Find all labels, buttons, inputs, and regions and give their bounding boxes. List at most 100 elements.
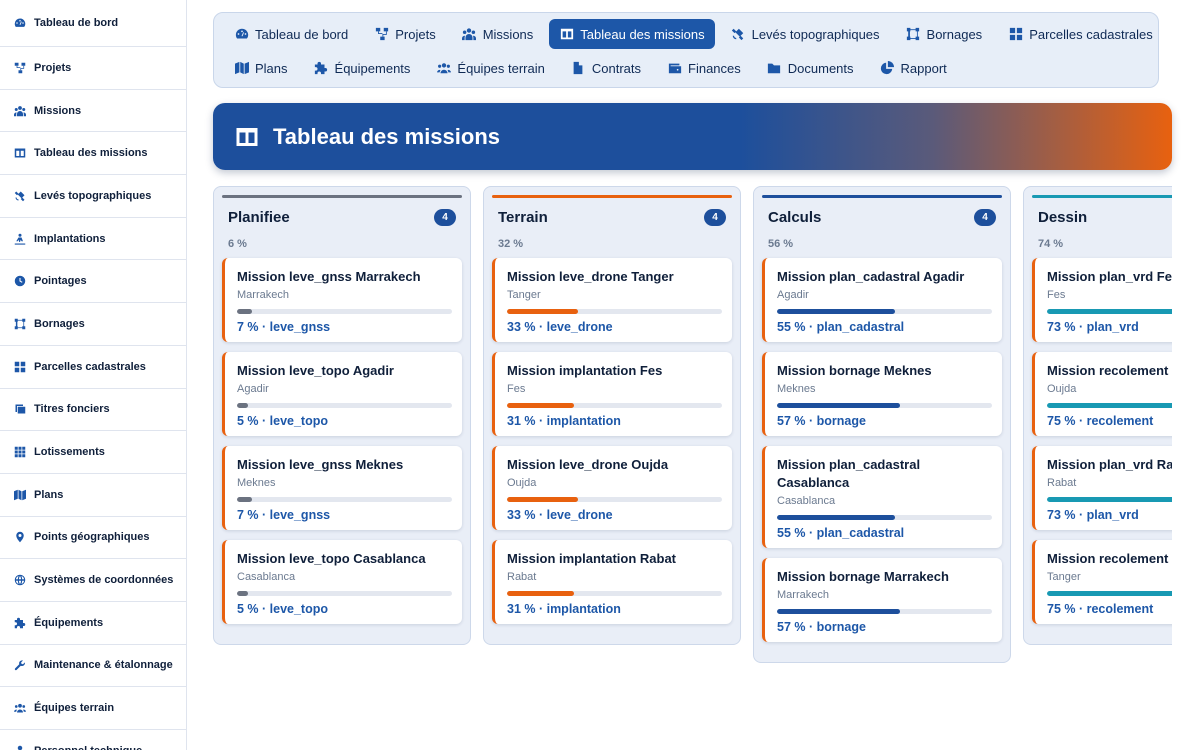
- sidebar-item-systemes-de-coordonnees[interactable]: Systèmes de coordonnées: [0, 559, 186, 602]
- mission-title: Mission plan_cadastral Agadir: [777, 269, 965, 284]
- mission-card[interactable]: Mission implantation Rabat Rabat 31 % · im…: [492, 540, 732, 624]
- mission-title: Mission leve_drone Tanger: [507, 269, 674, 284]
- folder-icon: [767, 61, 782, 76]
- tab-contrats[interactable]: Contrats: [561, 53, 651, 83]
- mission-title: Mission plan_vrd Rabat: [1047, 457, 1172, 472]
- sidebar-item-tableau-des-missions[interactable]: Tableau des missions: [0, 132, 186, 176]
- person-pin-icon: [13, 232, 27, 246]
- wrench-icon: [13, 658, 27, 672]
- mission-progress-type: 5 % · leve_topo: [237, 602, 328, 616]
- tab-tableau-de-bord[interactable]: Tableau de bord: [224, 19, 358, 49]
- progress-bar: [237, 309, 452, 314]
- progress-bar: [777, 515, 992, 520]
- mission-card[interactable]: Mission plan_vrd Fes Fes 73 % · plan_vrd: [1032, 258, 1172, 342]
- mission-city: Agadir: [237, 383, 269, 395]
- mission-card[interactable]: Mission leve_drone Tanger Tanger 33 % · le…: [492, 258, 732, 342]
- sidebar-item-titres-fonciers[interactable]: Titres fonciers: [0, 388, 186, 432]
- mission-card[interactable]: Mission plan_cadastral Casablanca Casabla…: [762, 446, 1002, 548]
- mission-card[interactable]: Mission implantation Fes Fes 31 % · implan…: [492, 352, 732, 436]
- mission-title: Mission leve_topo Casablanca: [237, 551, 426, 566]
- column-percentage: 6 %: [228, 238, 247, 250]
- tab-plans[interactable]: Plans: [224, 53, 298, 83]
- sidebar-item-points-geographiques[interactable]: Points géographiques: [0, 516, 186, 560]
- tab-leves-topographiques[interactable]: Levés topographiques: [721, 19, 890, 49]
- mission-city: Agadir: [777, 289, 809, 301]
- sidebar-item-label: Titres fonciers: [34, 403, 110, 416]
- sidebar-item-projets[interactable]: Projets: [0, 47, 186, 90]
- sidebar-item-implantations[interactable]: Implantations: [0, 217, 186, 261]
- tab-missions[interactable]: Missions: [452, 19, 544, 49]
- sidebar-item-parcelles-cadastrales[interactable]: Parcelles cadastrales: [0, 345, 186, 389]
- mission-city: Casablanca: [777, 495, 836, 507]
- progress-fill: [1047, 403, 1172, 408]
- tab-tableau-des-missions[interactable]: Tableau des missions: [549, 19, 715, 49]
- grid-icon: [13, 360, 27, 374]
- people-icon: [13, 104, 27, 118]
- column-header: Planifiee 4: [222, 198, 462, 228]
- mission-city: Meknes: [237, 477, 276, 489]
- column-count-badge: 4: [974, 208, 996, 226]
- mission-progress-type: 31 % · implantation: [507, 602, 621, 616]
- mission-progress-type: 55 % · plan_cadastral: [777, 320, 905, 334]
- column-header: Terrain 4: [492, 198, 732, 228]
- column-terrain: Terrain 4 32 % Mission leve_drone Tanger Tan…: [483, 186, 741, 645]
- map-icon: [234, 61, 249, 76]
- sidebar-item-plans[interactable]: Plans: [0, 473, 186, 517]
- sidebar-item-label: Pointages: [34, 275, 87, 288]
- sidebar-item-equipements[interactable]: Équipements: [0, 601, 186, 645]
- tab-equipes-terrain[interactable]: Équipes terrain: [426, 53, 554, 83]
- tab-equipements[interactable]: Équipements: [304, 53, 421, 83]
- sitemap-icon: [374, 27, 389, 42]
- mission-card[interactable]: Mission plan_cadastral Agadir Agadir 55 % …: [762, 258, 1002, 342]
- sidebar-item-maintenance-etalonnage[interactable]: Maintenance & étalonnage: [0, 644, 186, 688]
- sidebar-item-equipes-terrain[interactable]: Équipes terrain: [0, 687, 186, 730]
- tab-rapport[interactable]: Rapport: [870, 53, 957, 83]
- sidebar-item-pointages[interactable]: Pointages: [0, 260, 186, 304]
- tab-label: Tableau de bord: [255, 26, 349, 42]
- mission-city: Fes: [507, 383, 526, 395]
- progress-bar: [1047, 309, 1172, 314]
- mission-card[interactable]: Mission plan_vrd Rabat Rabat 73 % · plan_v…: [1032, 446, 1172, 530]
- progress-fill: [237, 497, 253, 502]
- tab-parcelles-cadastrales[interactable]: Parcelles cadastrales: [998, 19, 1163, 49]
- mission-progress-type: 31 % · implantation: [507, 414, 621, 428]
- sidebar-item-lotissements[interactable]: Lotissements: [0, 431, 186, 474]
- column-title: Calculs: [768, 208, 822, 226]
- sidebar-item-missions[interactable]: Missions: [0, 89, 186, 133]
- tab-row-2: Plans Équipements Équipes terrain Contrats F…: [224, 53, 1148, 83]
- mission-card[interactable]: Mission leve_gnss Meknes Meknes 7 % · leve…: [222, 446, 462, 530]
- mission-card[interactable]: Mission bornage Meknes Meknes 57 % · borna…: [762, 352, 1002, 436]
- progress-fill: [1047, 591, 1172, 596]
- sidebar-item-personnel-technique[interactable]: Personnel technique: [0, 730, 186, 750]
- tab-label: Parcelles cadastrales: [1029, 26, 1153, 42]
- sidebar-item-label: Points géographiques: [34, 531, 150, 544]
- tab-projets[interactable]: Projets: [364, 19, 445, 49]
- mission-card[interactable]: Mission leve_gnss Marrakech Marrakech 7 % …: [222, 258, 462, 342]
- tab-bornages[interactable]: Bornages: [896, 19, 993, 49]
- mission-title: Mission leve_gnss Meknes: [237, 457, 404, 472]
- sidebar-item-bornages[interactable]: Bornages: [0, 303, 186, 346]
- column-title: Dessin: [1038, 208, 1088, 226]
- tab-label: Équipements: [334, 60, 411, 76]
- tab-finances[interactable]: Finances: [657, 53, 751, 83]
- sidebar-item-leves-topographiques[interactable]: Levés topographiques: [0, 175, 186, 218]
- progress-bar: [1047, 403, 1172, 408]
- progress-fill: [237, 309, 253, 314]
- mission-card[interactable]: Mission leve_topo Casablanca Casablanca 5 …: [222, 540, 462, 624]
- mission-card[interactable]: Mission recolement Oujda Oujda 75 % · reco…: [1032, 352, 1172, 436]
- mission-card[interactable]: Mission recolement Tanger Tanger 75 % · re…: [1032, 540, 1172, 624]
- mission-card[interactable]: Mission bornage Marrakech Marrakech 57 % ·…: [762, 558, 1002, 642]
- sidebar-item-label: Missions: [34, 104, 82, 117]
- sidebar-item-tableau-de-bord[interactable]: Tableau de bord: [0, 0, 186, 47]
- puzzle-icon: [13, 616, 27, 630]
- page-title: Tableau des missions: [273, 123, 501, 149]
- progress-bar: [777, 609, 992, 614]
- mission-card[interactable]: Mission leve_topo Agadir Agadir 5 % · leve…: [222, 352, 462, 436]
- sidebar-item-label: Maintenance & étalonnage: [34, 659, 173, 672]
- progress-fill: [507, 497, 578, 502]
- mission-progress-type: 75 % · recolement: [1047, 414, 1154, 428]
- tab-bar: Tableau de bord Projets Missions Tableau de…: [213, 12, 1159, 88]
- mission-card[interactable]: Mission leve_drone Oujda Oujda 33 % · leve…: [492, 446, 732, 530]
- tab-documents[interactable]: Documents: [757, 53, 864, 83]
- progress-bar: [777, 309, 992, 314]
